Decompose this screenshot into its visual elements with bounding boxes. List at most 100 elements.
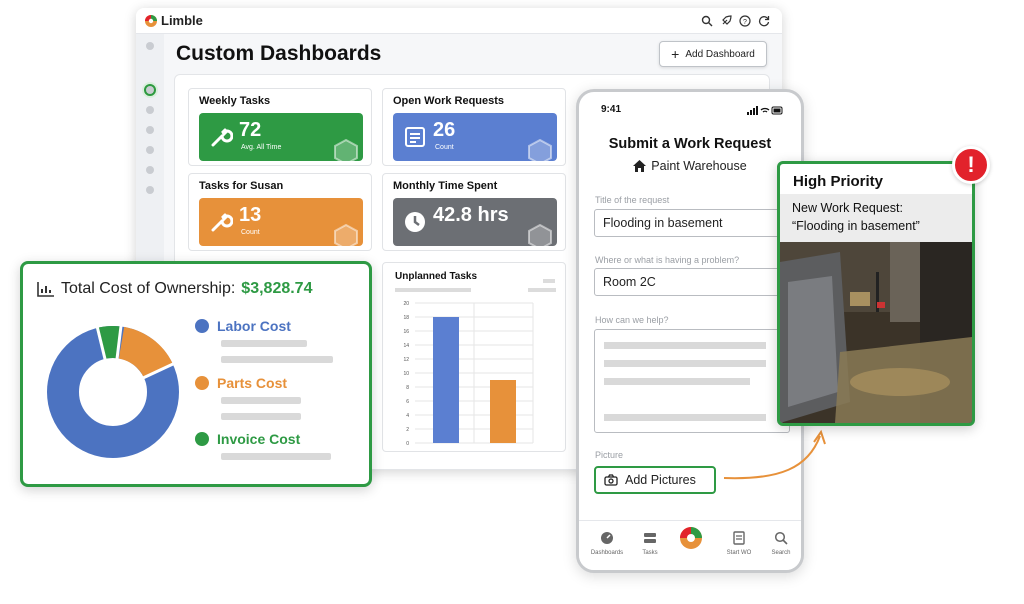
placeholder-bar bbox=[604, 342, 766, 349]
widget-title: Weekly Tasks bbox=[199, 95, 271, 107]
cost-donut-chart bbox=[47, 325, 179, 458]
y-tick-label: 4 bbox=[406, 413, 409, 419]
widget-open-work-requests[interactable]: Open Work Requests 26 Count bbox=[382, 88, 566, 166]
add-pictures-label: Add Pictures bbox=[625, 473, 696, 487]
tab-search[interactable]: Search bbox=[761, 531, 801, 556]
nav-item[interactable] bbox=[146, 42, 154, 50]
metric-value: 26 bbox=[433, 119, 456, 141]
nav-item[interactable] bbox=[146, 166, 154, 174]
placeholder-bar bbox=[604, 378, 750, 385]
tab-tasks[interactable]: Tasks bbox=[630, 531, 670, 556]
tab-label: Start WO bbox=[726, 550, 752, 556]
y-tick-label: 0 bbox=[406, 441, 409, 447]
location-label: Paint Warehouse bbox=[651, 159, 747, 173]
chart-title: Unplanned Tasks bbox=[395, 271, 478, 282]
plus-icon: + bbox=[671, 46, 680, 62]
search-icon[interactable] bbox=[701, 14, 713, 27]
location-value: Room 2C bbox=[603, 275, 656, 289]
metric-tile: 42.8 hrs bbox=[393, 198, 557, 246]
tab-start-wo[interactable]: Start WO bbox=[719, 531, 759, 556]
high-priority-card[interactable]: High Priority New Work Request: “Floodin… bbox=[777, 161, 975, 426]
nav-item[interactable] bbox=[146, 146, 154, 154]
add-dashboard-label: Add Dashboard bbox=[685, 48, 755, 60]
alert-message-line: New Work Request: bbox=[792, 201, 903, 215]
camera-icon bbox=[604, 474, 618, 486]
nav-item[interactable] bbox=[146, 186, 154, 194]
status-time: 9:41 bbox=[601, 104, 622, 115]
connector-arrow bbox=[723, 429, 826, 480]
tab-label: Tasks bbox=[642, 550, 658, 556]
y-tick-label: 18 bbox=[403, 315, 409, 321]
widget-title: Open Work Requests bbox=[393, 95, 505, 107]
top-bar: Limble ? bbox=[136, 8, 782, 34]
placeholder-bar bbox=[528, 288, 556, 292]
widget-title: Monthly Time Spent bbox=[393, 180, 498, 192]
wrench-icon bbox=[211, 213, 233, 232]
y-tick-label: 10 bbox=[403, 371, 409, 377]
add-pictures-button[interactable]: Add Pictures bbox=[594, 466, 716, 494]
donut-slice-invoice bbox=[95, 326, 121, 360]
placeholder-bar bbox=[543, 279, 555, 283]
placeholder-bar bbox=[221, 453, 331, 460]
alert-message-line: “Flooding in basement” bbox=[792, 219, 920, 233]
bar-b bbox=[490, 380, 516, 443]
y-tick-label: 6 bbox=[406, 399, 409, 405]
alert-message: New Work Request: “Flooding in basement” bbox=[792, 199, 967, 235]
exclamation-icon: ! bbox=[967, 152, 975, 177]
work-order-icon bbox=[733, 531, 745, 545]
form-title: Submit a Work Request bbox=[608, 136, 772, 152]
legend-labor: Labor Cost bbox=[195, 318, 291, 334]
legend-invoice: Invoice Cost bbox=[195, 431, 300, 447]
metric-tile: 13 Count bbox=[199, 198, 363, 246]
hexagon-icon bbox=[334, 224, 358, 246]
tab-bar: Dashboards Tasks Start WO Search bbox=[579, 520, 801, 570]
metric-tile: 26 Count bbox=[393, 113, 557, 161]
nav-item[interactable] bbox=[146, 106, 154, 114]
tab-dashboards[interactable]: Dashboards bbox=[587, 531, 627, 556]
unplanned-tasks-chart: 20181614121086420 bbox=[403, 301, 534, 447]
where-field-label: Where or what is having a problem? bbox=[595, 255, 740, 265]
widget-unplanned-tasks[interactable]: Unplanned Tasks 20 18 16 14 12 10 8 6 4 2 0 bbox=[382, 262, 566, 452]
nav-item[interactable] bbox=[146, 86, 154, 94]
placeholder-bar bbox=[221, 397, 301, 404]
svg-text:?: ? bbox=[743, 19, 747, 26]
alert-message-box: New Work Request: “Flooding in basement” bbox=[780, 194, 972, 242]
tasks-icon bbox=[644, 533, 656, 543]
hexagon-icon bbox=[334, 139, 358, 161]
request-title-value: Flooding in basement bbox=[603, 216, 723, 230]
app-logo[interactable]: Limble bbox=[144, 13, 203, 28]
tab-home[interactable] bbox=[671, 525, 711, 551]
request-title-input[interactable]: Flooding in basement bbox=[594, 209, 790, 237]
hexagon-icon bbox=[528, 139, 552, 161]
legend-label: Invoice Cost bbox=[217, 431, 301, 447]
dashboard-icon bbox=[601, 532, 613, 544]
phone-frame: 9:41 Submit a Work Request Paint Warehou… bbox=[576, 89, 804, 573]
legend-dot bbox=[195, 376, 209, 390]
legend-label: Labor Cost bbox=[217, 318, 291, 334]
metric-value: 72 bbox=[239, 119, 262, 141]
legend-dot bbox=[195, 432, 209, 446]
location-input[interactable]: Room 2C bbox=[594, 268, 790, 296]
flooding-photo bbox=[780, 242, 972, 423]
help-icon[interactable]: ? bbox=[739, 14, 751, 27]
metric-caption: Count bbox=[241, 229, 260, 236]
y-tick-label: 14 bbox=[403, 343, 409, 349]
y-tick-label: 20 bbox=[403, 301, 409, 307]
tab-label: Dashboards bbox=[590, 550, 624, 556]
nav-item[interactable] bbox=[146, 126, 154, 134]
y-tick-label: 16 bbox=[403, 329, 409, 335]
location-row: Paint Warehouse bbox=[579, 159, 801, 173]
metric-caption: Count bbox=[435, 144, 454, 151]
alert-title: High Priority bbox=[793, 173, 884, 190]
description-textarea[interactable] bbox=[594, 329, 790, 433]
refresh-icon[interactable] bbox=[758, 14, 770, 27]
rocket-icon[interactable] bbox=[720, 14, 732, 26]
widget-tasks-for-susan[interactable]: Tasks for Susan 13 Count bbox=[188, 173, 372, 251]
page-title: Custom Dashboards bbox=[176, 42, 382, 65]
widget-monthly-time-spent[interactable]: Monthly Time Spent 42.8 hrs bbox=[382, 173, 566, 251]
title-field-label: Title of the request bbox=[595, 195, 670, 205]
limble-logo-icon bbox=[145, 14, 157, 27]
add-dashboard-button[interactable]: + Add Dashboard bbox=[659, 41, 767, 67]
placeholder-bar bbox=[221, 413, 301, 420]
widget-weekly-tasks[interactable]: Weekly Tasks 72 Avg. All Time bbox=[188, 88, 372, 166]
